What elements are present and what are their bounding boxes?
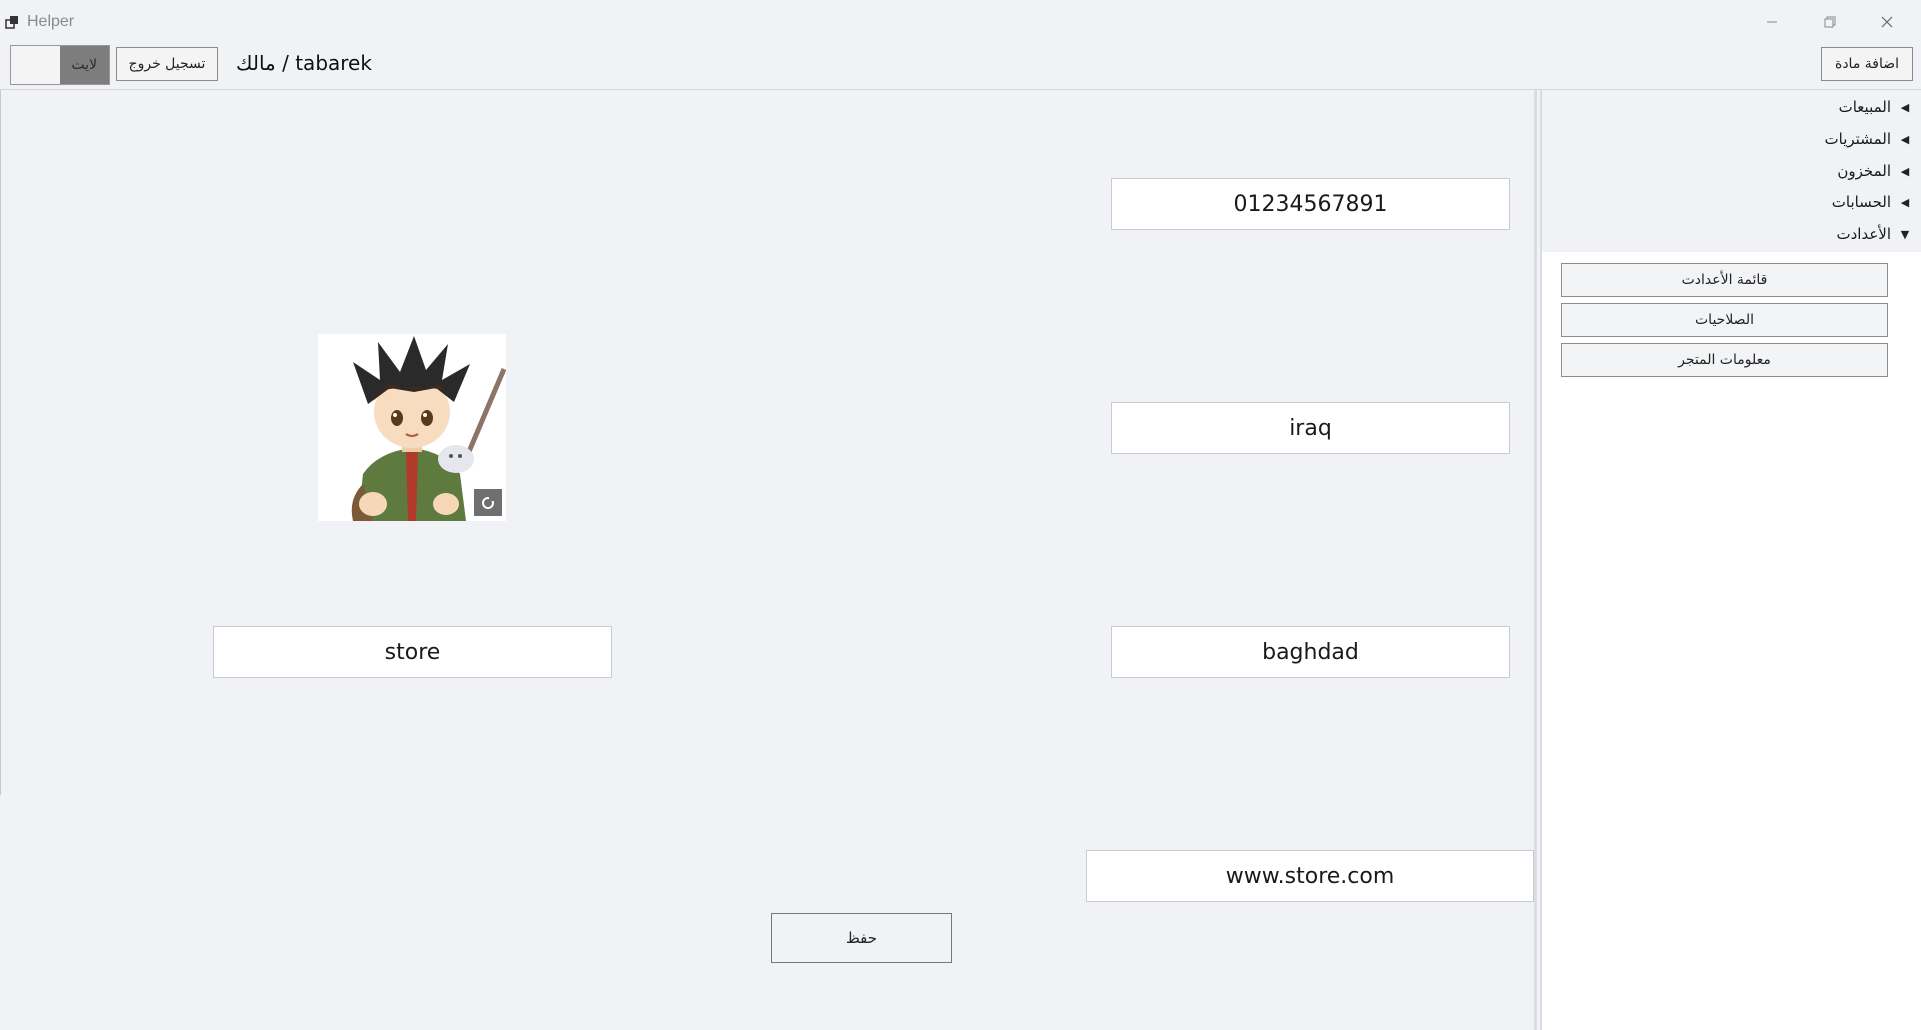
current-user-label: مالك / tabarek [236,51,372,75]
toolbar: لايت تسجيل خروج مالك / tabarek اضافة ماد… [0,42,1921,90]
restore-button[interactable] [1810,8,1850,36]
sidebar: ◀ المبيعات ◀ المشتريات ◀ المخزون ◀ الحسا… [1542,90,1921,1030]
settings-list-button[interactable]: قائمة الأعدادت [1561,263,1888,297]
panel-border [0,90,1,795]
title-bar: Helper [0,0,1921,42]
sidebar-item-label: الحسابات [1831,193,1891,211]
add-item-button[interactable]: اضافة مادة [1821,47,1913,81]
close-button[interactable] [1867,8,1907,36]
change-logo-button[interactable] [474,489,502,516]
sidebar-item-inventory[interactable]: ◀ المخزون [1837,158,1911,184]
sidebar-item-label: الأعدادت [1836,225,1891,243]
theme-toggle-track [11,46,60,84]
app-icon [5,16,18,29]
website-field[interactable]: www.store.com [1086,850,1534,902]
theme-toggle[interactable]: لايت [10,45,110,85]
minimize-icon [1767,21,1777,23]
store-info-button[interactable]: معلومات المتجر [1561,343,1888,377]
theme-toggle-knob: لايت [59,46,109,84]
store-name-field[interactable]: store [213,626,612,678]
camera-icon [482,496,494,509]
triangle-down-icon: ▼ [1900,227,1910,241]
minimize-button[interactable] [1752,8,1792,36]
window-title: Helper [27,13,75,30]
phone-field[interactable]: 01234567891 [1111,178,1510,230]
country-field[interactable]: iraq [1111,402,1510,454]
triangle-left-icon: ◀ [1900,100,1910,114]
triangle-left-icon: ◀ [1900,164,1910,178]
permissions-button[interactable]: الصلاحيات [1561,303,1888,337]
city-field[interactable]: baghdad [1111,626,1510,678]
close-icon [1881,16,1893,28]
sidebar-item-accounts[interactable]: ◀ الحسابات [1832,189,1911,215]
logout-button[interactable]: تسجيل خروج [116,47,218,81]
sidebar-item-label: المخزون [1837,162,1891,180]
splitter[interactable] [1534,90,1537,1030]
sidebar-item-purchases[interactable]: ◀ المشتريات [1825,126,1911,152]
sidebar-item-settings[interactable]: ▼ الأعدادت [1836,221,1911,247]
sidebar-item-sales[interactable]: ◀ المبيعات [1839,94,1911,120]
triangle-left-icon: ◀ [1900,132,1910,146]
sidebar-item-label: المشتريات [1824,130,1891,148]
save-button[interactable]: حفظ [771,913,952,963]
triangle-left-icon: ◀ [1900,195,1910,209]
sidebar-item-label: المبيعات [1838,98,1891,116]
restore-icon [1824,16,1836,28]
